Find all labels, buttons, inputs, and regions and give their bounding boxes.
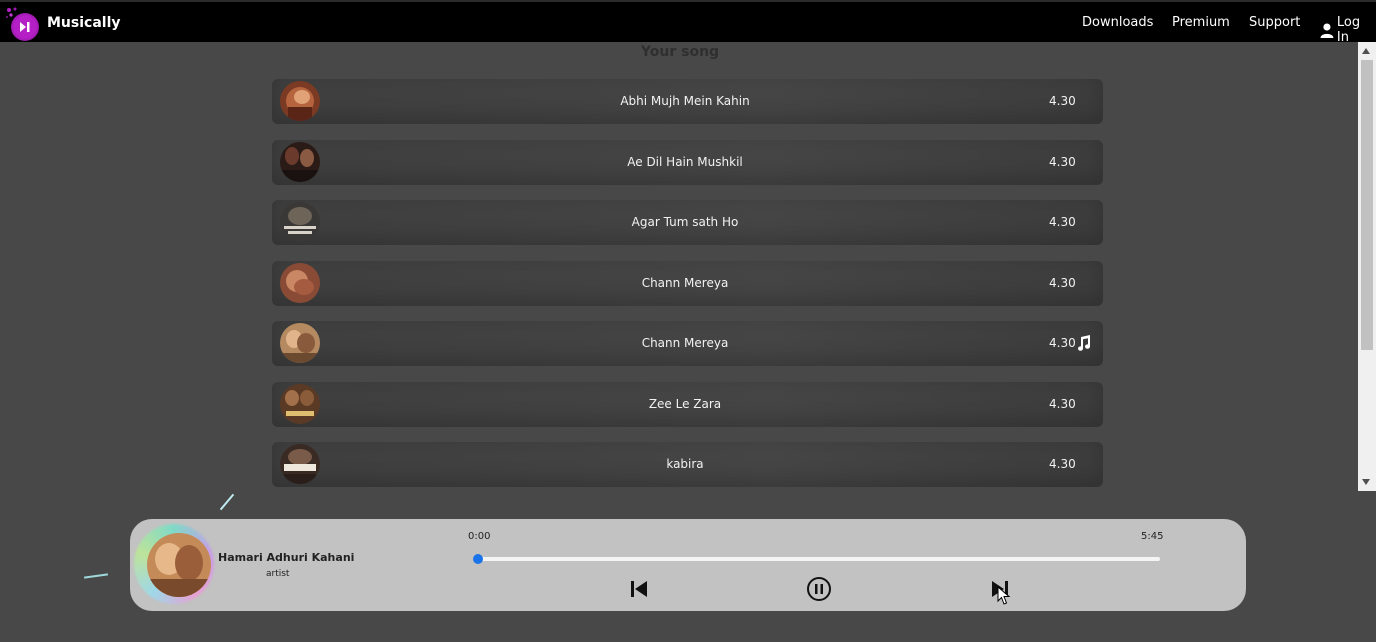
progress-knob[interactable] — [473, 554, 483, 564]
song-row-playing[interactable]: Chann Mereya 4.30 — [272, 321, 1103, 366]
song-row[interactable]: Chann Mereya 4.30 — [272, 261, 1103, 306]
nav-downloads[interactable]: Downloads — [1082, 15, 1153, 30]
total-time: 5:45 — [1141, 531, 1164, 542]
song-duration: 4.30 — [1049, 155, 1076, 169]
pause-button[interactable] — [806, 576, 832, 602]
song-row[interactable]: Zee Le Zara 4.30 — [272, 382, 1103, 427]
song-title: Agar Tum sath Ho — [631, 215, 739, 229]
song-row[interactable]: Agar Tum sath Ho 4.30 — [272, 200, 1103, 245]
song-duration: 4.30 — [1049, 215, 1076, 229]
current-time: 0:00 — [468, 531, 491, 542]
song-duration: 4.30 — [1049, 336, 1076, 350]
decorative-spark — [219, 493, 235, 511]
song-row[interactable]: kabira 4.30 — [272, 442, 1103, 487]
scrollbar-thumb[interactable] — [1361, 60, 1373, 350]
song-duration: 4.30 — [1049, 94, 1076, 108]
brand-name[interactable]: Musically — [47, 15, 121, 31]
pause-icon — [807, 577, 831, 601]
progress-slider[interactable] — [473, 557, 1160, 561]
song-title: Zee Le Zara — [648, 397, 722, 411]
previous-button[interactable] — [629, 579, 649, 599]
now-playing-title: Hamari Adhuri Kahani — [218, 551, 355, 564]
now-playing-artist: artist — [266, 569, 290, 579]
music-note-icon — [1078, 335, 1091, 351]
song-row[interactable]: Ae Dil Hain Mushkil 4.30 — [272, 140, 1103, 185]
song-row[interactable]: Abhi Mujh Mein Kahin 4.30 — [272, 79, 1103, 124]
scroll-down-icon[interactable] — [1362, 479, 1370, 485]
mouse-cursor-icon — [997, 586, 1011, 605]
decorative-spark — [83, 573, 109, 579]
song-title: Ae Dil Hain Mushkil — [627, 155, 743, 169]
song-duration: 4.30 — [1049, 276, 1076, 290]
scroll-up-icon[interactable] — [1362, 48, 1370, 54]
nav-premium[interactable]: Premium — [1172, 15, 1230, 30]
music-player-bar — [130, 519, 1246, 611]
song-duration: 4.30 — [1049, 457, 1076, 471]
login-link[interactable]: Log In — [1320, 15, 1376, 45]
song-title: Chann Mereya — [641, 276, 729, 290]
skip-back-icon — [631, 581, 647, 597]
top-navbar: Musically Downloads Premium Support Log … — [0, 0, 1376, 45]
song-title: Chann Mereya — [641, 336, 729, 350]
now-playing-cover — [147, 533, 211, 597]
section-title: Your song — [640, 44, 720, 60]
song-title: Abhi Mujh Mein Kahin — [620, 94, 750, 108]
login-label: Log In — [1336, 15, 1361, 45]
song-duration: 4.30 — [1049, 397, 1076, 411]
song-title: kabira — [666, 457, 704, 471]
user-icon — [1320, 22, 1334, 38]
nav-support[interactable]: Support — [1249, 15, 1300, 30]
logo-icon[interactable] — [11, 13, 39, 41]
